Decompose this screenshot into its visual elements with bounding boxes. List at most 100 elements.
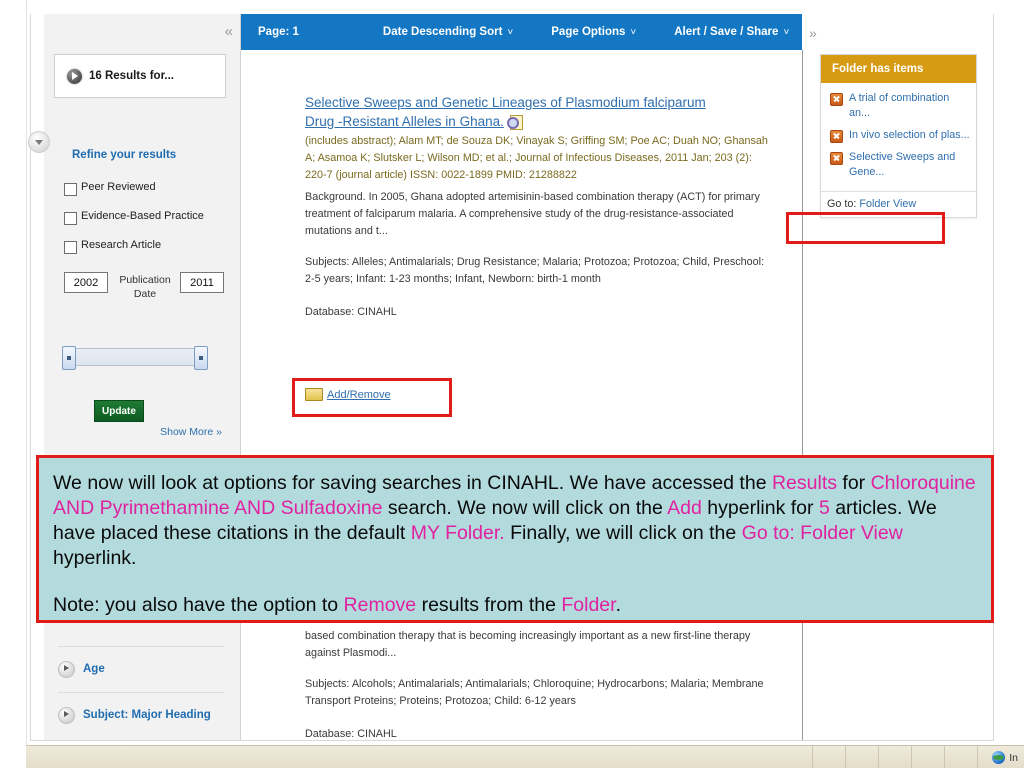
publication-date-to-input[interactable]: 2011 [180, 272, 224, 293]
chevron-right-icon [58, 706, 75, 724]
page-options-label: Page Options [551, 26, 626, 38]
toolbar-menu-group: Date Descending Sort ˅ Page Options ˅ Al… [383, 26, 789, 38]
folder-item[interactable]: Selective Sweeps and Gene... [830, 150, 970, 180]
result-subjects: Subjects: Alcohols; Antimalarials; Antim… [305, 678, 764, 707]
limiter-peer-reviewed[interactable]: Peer Reviewed [64, 181, 156, 196]
slider-thumb-right[interactable] [194, 346, 208, 370]
folder-icon [305, 388, 323, 401]
annotation-highlight-count: 5 [818, 497, 830, 519]
status-bar-cell [845, 746, 878, 768]
sort-menu[interactable]: Date Descending Sort ˅ [383, 26, 513, 38]
chevron-down-icon: ˅ [783, 26, 790, 38]
limiter-label: Peer Reviewed [81, 181, 156, 193]
show-more-link[interactable]: Show More » [160, 426, 222, 438]
folder-item-label[interactable]: A trial of combination an... [849, 91, 970, 121]
limiter-label: Research Article [81, 239, 162, 251]
sidebar-edge-expand-icon[interactable] [28, 131, 50, 153]
refine-your-results-heading: Refine your results [72, 149, 177, 161]
annotation-text: for [837, 472, 871, 494]
page-options-menu[interactable]: Page Options ˅ [551, 26, 636, 38]
annotation-text: Finally, we will click on the [504, 522, 742, 544]
chevron-down-icon: ˅ [507, 26, 514, 38]
results-count-box[interactable]: 16 Results for... [54, 54, 226, 98]
folder-goto-prefix: Go to: [827, 198, 857, 210]
sidebar-collapse-icon[interactable]: « [225, 24, 233, 39]
pdf-preview-icon[interactable] [506, 115, 523, 130]
folder-panel: Folder has items A trial of combination … [820, 54, 977, 218]
annotation-highlight-add: Add [667, 497, 702, 519]
status-bar-cell [812, 746, 845, 768]
annotation-text: hyperlink for [701, 497, 819, 519]
sidebar-facet-age[interactable]: Age [58, 646, 224, 691]
page-indicator: Page: 1 [258, 26, 299, 38]
security-zone-label: In [1009, 751, 1018, 764]
alert-save-share-menu[interactable]: Alert / Save / Share ˅ [674, 26, 789, 38]
results-count-label: 16 Results for... [89, 70, 175, 82]
publication-date-label: Publication Date [119, 274, 171, 300]
result-title-line-1: Selective Sweeps and Genetic Lineages of… [305, 95, 706, 110]
annotation-highlight-my-folder: MY Folder. [410, 522, 505, 544]
folder-item-label[interactable]: In vivo selection of plas... [849, 128, 970, 143]
annotation-text: results from the [416, 594, 562, 616]
status-bar-cells [812, 746, 977, 768]
result-title-link[interactable]: Selective Sweeps and Genetic Lineages of… [305, 93, 775, 131]
annotation-text: Note: you also have the option to [53, 594, 344, 616]
security-zone-indicator[interactable]: In [977, 746, 1024, 768]
annotation-highlight-remove: Remove [343, 594, 417, 616]
folder-view-link[interactable]: Folder View [859, 198, 916, 210]
annotation-callout: We now will look at options for saving s… [36, 455, 994, 623]
browser-status-bar: In [26, 745, 1024, 768]
annotation-paragraph-2: Note: you also have the option to Remove… [53, 593, 977, 618]
checkbox-peer-reviewed[interactable] [64, 183, 77, 196]
add-remove-highlight-box: Add/Remove [292, 378, 452, 417]
folder-item-label[interactable]: Selective Sweeps and Gene... [849, 150, 970, 180]
status-bar-cell [878, 746, 911, 768]
add-remove-control[interactable]: Add/Remove [305, 388, 391, 401]
annotation-text: . [615, 594, 621, 616]
results-toolbar: Page: 1 Date Descending Sort ˅ Page Opti… [241, 14, 802, 50]
result-title-line-2: Drug -Resistant Alleles in Ghana. [305, 114, 504, 129]
folder-panel-header: Folder has items [821, 55, 976, 83]
globe-icon [992, 751, 1006, 764]
update-button[interactable]: Update [94, 400, 144, 422]
annotation-text: search. We now will click on the [382, 497, 668, 519]
remove-x-icon[interactable] [830, 130, 843, 143]
result-subjects: Subjects: Alleles; Antimalarials; Drug R… [305, 256, 765, 285]
facet-label: Subject: Major Heading [83, 709, 211, 721]
publication-date-slider[interactable] [62, 346, 208, 370]
result-abstract-snippet: Background. In 2005, Ghana adopted artem… [305, 191, 760, 237]
sort-menu-label: Date Descending Sort [382, 26, 503, 38]
alert-save-share-label: Alert / Save / Share [674, 26, 779, 38]
annotation-highlight-folder: Folder [561, 594, 616, 616]
limiter-evidence-based-practice[interactable]: Evidence-Based Practice [64, 210, 204, 225]
sidebar-facet-subject-major-heading[interactable]: Subject: Major Heading [58, 692, 224, 737]
result-citation-meta: (includes abstract); Alam MT; de Souza D… [305, 135, 768, 181]
limiter-label: Evidence-Based Practice [81, 210, 204, 222]
limiter-research-article[interactable]: Research Article [64, 239, 161, 254]
slider-thumb-left[interactable] [62, 346, 76, 370]
result-database: Database: CINAHL [305, 306, 397, 318]
folder-item[interactable]: A trial of combination an... [830, 91, 970, 121]
annotation-highlight-results: Results [771, 472, 837, 494]
expand-arrow-icon [67, 68, 82, 84]
facet-label: Age [83, 663, 105, 675]
remove-x-icon[interactable] [830, 93, 843, 106]
status-bar-cell [944, 746, 977, 768]
result-database: Database: CINAHL [305, 728, 397, 740]
annotation-paragraph-1: We now will look at options for saving s… [53, 471, 977, 571]
result-abstract-snippet: based combination therapy that is becomi… [305, 630, 751, 659]
remove-x-icon[interactable] [830, 152, 843, 165]
folder-item[interactable]: In vivo selection of plas... [830, 128, 970, 143]
add-remove-link[interactable]: Add/Remove [327, 389, 391, 401]
folder-panel-expand-icon[interactable]: » [809, 26, 817, 40]
folder-view-highlight-box [786, 212, 945, 244]
checkbox-evidence-based-practice[interactable] [64, 212, 77, 225]
status-bar-cell [911, 746, 944, 768]
annotation-highlight-folder-view: Go to: Folder View [741, 522, 903, 544]
result-record: Selective Sweeps and Genetic Lineages of… [305, 93, 775, 321]
publication-date-row: 2002 Publication Date 2011 [64, 272, 229, 312]
checkbox-research-article[interactable] [64, 241, 77, 254]
annotation-text: hyperlink. [53, 547, 137, 569]
publication-date-from-input[interactable]: 2002 [64, 272, 108, 293]
folder-item-list: A trial of combination an... In vivo sel… [821, 83, 976, 191]
